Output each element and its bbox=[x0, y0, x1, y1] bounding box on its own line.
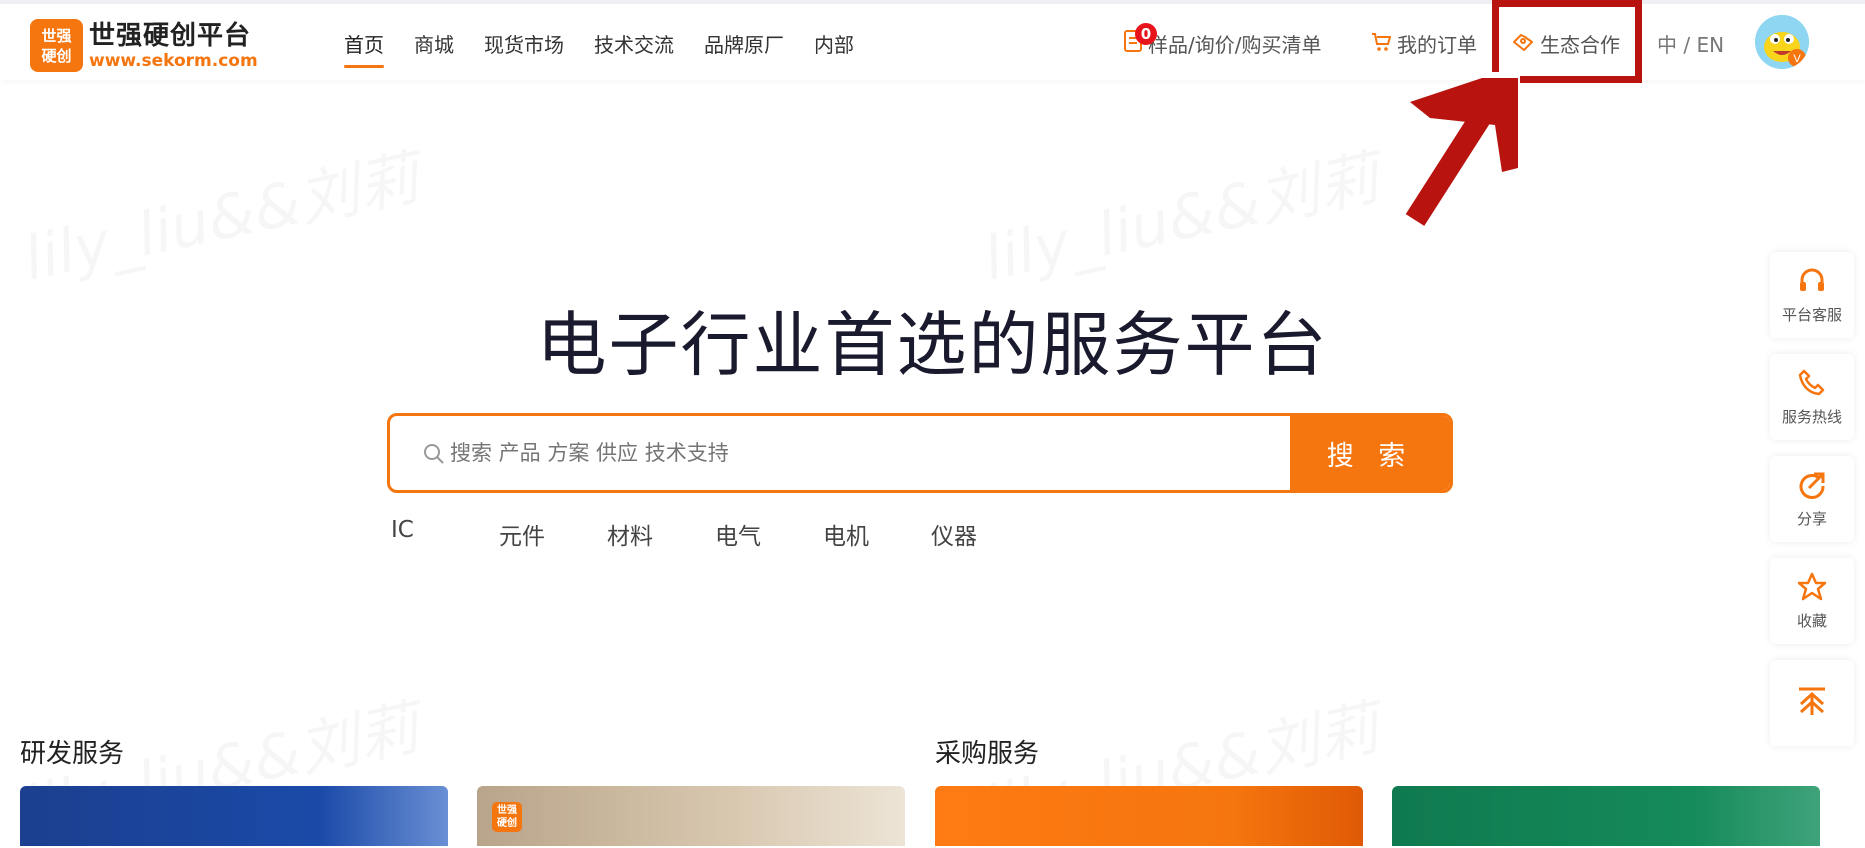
search-bar: 搜 索 bbox=[387, 413, 1453, 493]
sidebar-item-back-to-top[interactable] bbox=[1770, 660, 1854, 746]
phone-icon bbox=[1797, 368, 1827, 402]
main-nav: 首页 商城 现货市场 技术交流 品牌原厂 内部 bbox=[344, 30, 884, 68]
nav-item-internal[interactable]: 内部 bbox=[814, 30, 854, 60]
logo-mark: 世强 硬创 bbox=[30, 19, 83, 72]
card-logo-line2: 硬创 bbox=[497, 818, 517, 829]
logo-title: 世强硬创平台 bbox=[89, 20, 252, 51]
orders-link[interactable]: 我的订单 bbox=[1371, 30, 1477, 60]
search-input[interactable] bbox=[390, 416, 1290, 490]
purchase-service-card[interactable] bbox=[935, 786, 1363, 846]
site-logo[interactable]: 世强 硬创 世强硬创平台 www.sekorm.com bbox=[30, 19, 258, 72]
category-components[interactable]: 元件 bbox=[499, 517, 607, 551]
nav-item-spot-market[interactable]: 现货市场 bbox=[484, 30, 564, 60]
rd-service-card[interactable] bbox=[20, 786, 448, 846]
share-icon bbox=[1797, 470, 1827, 504]
sidebar-item-hotline[interactable]: 服务热线 bbox=[1770, 354, 1854, 440]
category-electrical[interactable]: 电气 bbox=[715, 517, 823, 551]
search-icon bbox=[422, 442, 446, 470]
nav-item-home[interactable]: 首页 bbox=[344, 30, 384, 68]
star-icon bbox=[1797, 572, 1827, 606]
cart-icon bbox=[1371, 30, 1392, 60]
logo-mark-line1: 世强 bbox=[41, 26, 72, 45]
hero-title: 电子行业首选的服务平台 bbox=[536, 304, 1329, 386]
logo-url: www.sekorm.com bbox=[89, 50, 258, 71]
user-avatar[interactable]: V bbox=[1755, 15, 1809, 69]
card-logo-line1: 世强 bbox=[497, 805, 517, 816]
sidebar-label: 分享 bbox=[1796, 509, 1827, 528]
language-switch[interactable]: 中 / EN bbox=[1657, 30, 1724, 60]
sidebar-item-share[interactable]: 分享 bbox=[1770, 456, 1854, 542]
floating-sidebar: 平台客服 服务热线 分享 收藏 bbox=[1770, 252, 1854, 762]
cart-count-badge: 0 bbox=[1135, 23, 1157, 45]
cart-label: 样品/询价/购买清单 bbox=[1148, 33, 1322, 57]
category-links: IC 元件 材料 电气 电机 仪器 bbox=[391, 517, 1039, 551]
sidebar-label: 收藏 bbox=[1796, 611, 1827, 630]
category-ic[interactable]: IC bbox=[391, 517, 499, 551]
orders-label: 我的订单 bbox=[1397, 33, 1477, 57]
sidebar-label: 服务热线 bbox=[1781, 407, 1842, 426]
section-title-rd: 研发服务 bbox=[20, 739, 125, 769]
sidebar-label: 平台客服 bbox=[1781, 305, 1842, 324]
category-instruments[interactable]: 仪器 bbox=[931, 517, 1039, 551]
section-title-purchase: 采购服务 bbox=[935, 739, 1040, 769]
sidebar-item-customer-service[interactable]: 平台客服 bbox=[1770, 252, 1854, 338]
search-button[interactable]: 搜 索 bbox=[1290, 416, 1450, 490]
category-materials[interactable]: 材料 bbox=[607, 517, 715, 551]
card-logo: 世强 硬创 bbox=[492, 802, 522, 832]
nav-item-tech-exchange[interactable]: 技术交流 bbox=[594, 30, 674, 60]
logo-mark-line2: 硬创 bbox=[41, 46, 72, 65]
purchase-service-card[interactable] bbox=[1392, 786, 1820, 846]
watermark: lily_liu&&刘莉 bbox=[975, 129, 1385, 297]
sidebar-item-favorite[interactable]: 收藏 bbox=[1770, 558, 1854, 644]
watermark: lily_liu&&刘莉 bbox=[15, 129, 425, 297]
back-to-top-icon bbox=[1795, 684, 1829, 722]
annotation-arrow-icon bbox=[1405, 72, 1520, 226]
category-motors[interactable]: 电机 bbox=[823, 517, 931, 551]
headset-icon bbox=[1797, 266, 1827, 300]
rd-service-card[interactable]: 世强 硬创 bbox=[477, 786, 905, 846]
nav-item-mall[interactable]: 商城 bbox=[414, 30, 454, 60]
nav-item-brands[interactable]: 品牌原厂 bbox=[704, 30, 784, 60]
svg-text:V: V bbox=[1793, 53, 1801, 65]
